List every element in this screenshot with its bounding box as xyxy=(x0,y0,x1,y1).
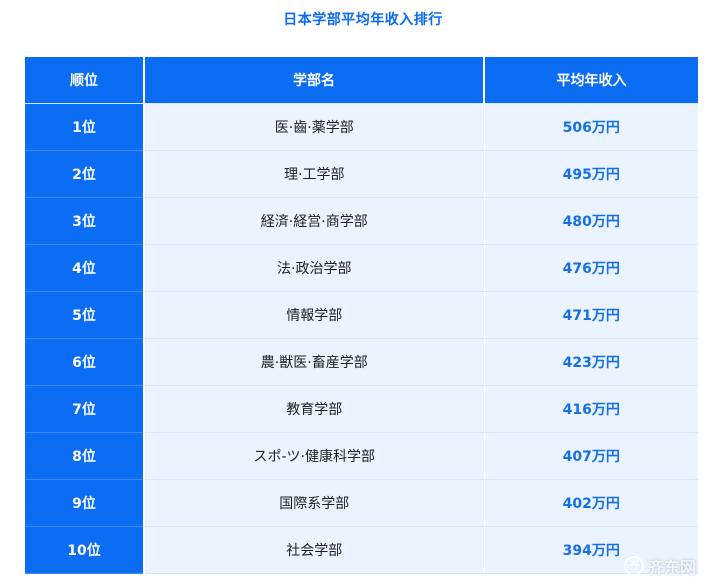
table-row: 2位 理·工学部 495万円 xyxy=(25,150,698,198)
table-row: 6位 農·獣医·畜産学部 423万円 xyxy=(25,338,698,386)
table-row: 5位 情報学部 471万円 xyxy=(25,291,698,339)
faculty-cell: 法·政治学部 xyxy=(144,244,485,292)
ranking-table: 顺位 学部名 平均年收入 1位 医·齒·薬学部 506万円 2位 理·工学部 4… xyxy=(25,57,698,574)
faculty-cell: 医·齒·薬学部 xyxy=(144,103,485,151)
rank-cell: 4位 xyxy=(25,244,145,292)
faculty-cell: 国際系学部 xyxy=(144,479,485,527)
rank-cell: 10位 xyxy=(25,526,145,574)
table-row: 7位 教育学部 416万円 xyxy=(25,385,698,433)
income-cell: 402万円 xyxy=(484,479,698,527)
faculty-cell: 理·工学部 xyxy=(144,150,485,198)
watermark-logo: 齐 齐东网 xyxy=(624,551,720,581)
table-row: 10位 社会学部 394万円 xyxy=(25,526,698,574)
income-cell: 495万円 xyxy=(484,150,698,198)
table-row: 4位 法·政治学部 476万円 xyxy=(25,244,698,292)
column-header-faculty: 学部名 xyxy=(144,57,485,104)
faculty-cell: 情報学部 xyxy=(144,291,485,339)
table-row: 9位 国際系学部 402万円 xyxy=(25,479,698,527)
table-row: 8位 スポ-ツ·健康科学部 407万円 xyxy=(25,432,698,480)
income-cell: 476万円 xyxy=(484,244,698,292)
rank-cell: 6位 xyxy=(25,338,145,386)
column-header-income: 平均年收入 xyxy=(484,57,698,104)
faculty-cell: 教育学部 xyxy=(144,385,485,433)
rank-cell: 1位 xyxy=(25,103,145,151)
income-cell: 423万円 xyxy=(484,338,698,386)
rank-cell: 9位 xyxy=(25,479,145,527)
faculty-cell: 社会学部 xyxy=(144,526,485,574)
watermark-mark-icon: 齐 xyxy=(624,556,644,576)
column-header-rank: 顺位 xyxy=(25,57,145,104)
faculty-cell: 農·獣医·畜産学部 xyxy=(144,338,485,386)
rank-cell: 2位 xyxy=(25,150,145,198)
watermark-text: 齐东网 xyxy=(648,558,697,577)
faculty-cell: 経済·経営·商学部 xyxy=(144,197,485,245)
income-cell: 480万円 xyxy=(484,197,698,245)
rank-cell: 7位 xyxy=(25,385,145,433)
page-title: 日本学部平均年收入排行 xyxy=(283,12,443,28)
table-header-row: 顺位 学部名 平均年收入 xyxy=(25,57,698,104)
rank-cell: 3位 xyxy=(25,197,145,245)
income-cell: 506万円 xyxy=(484,103,698,151)
rank-cell: 5位 xyxy=(25,291,145,339)
income-cell: 407万円 xyxy=(484,432,698,480)
rank-cell: 8位 xyxy=(25,432,145,480)
income-cell: 471万円 xyxy=(484,291,698,339)
table-row: 1位 医·齒·薬学部 506万円 xyxy=(25,103,698,151)
table-row: 3位 経済·経営·商学部 480万円 xyxy=(25,197,698,245)
income-cell: 416万円 xyxy=(484,385,698,433)
faculty-cell: スポ-ツ·健康科学部 xyxy=(144,432,485,480)
